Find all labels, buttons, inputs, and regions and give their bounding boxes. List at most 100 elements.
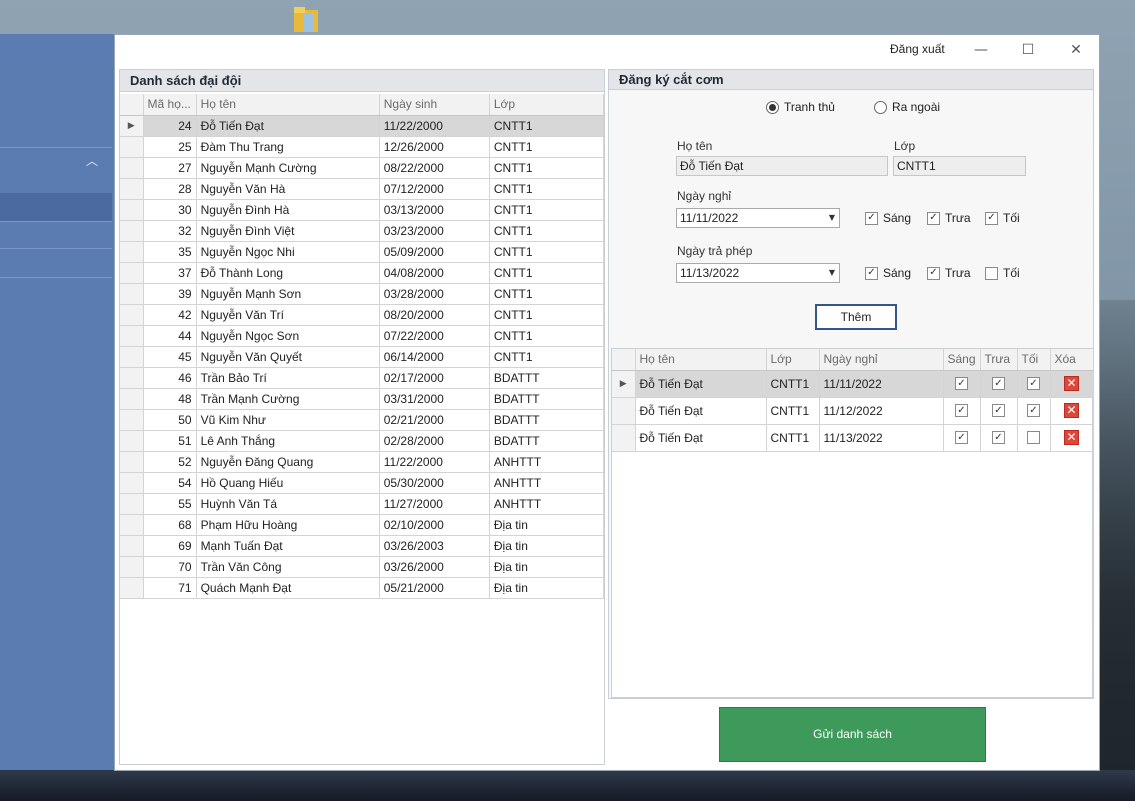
cell-class[interactable]: BDATTT <box>489 409 605 431</box>
table-row[interactable]: 68 Phạm Hữu Hoàng 02/10/2000 Địa tin <box>120 514 605 536</box>
cell-dob[interactable]: 03/31/2000 <box>379 388 490 410</box>
cell-dob[interactable]: 11/22/2000 <box>379 115 490 137</box>
cell-class[interactable]: Địa tin <box>489 577 605 599</box>
cell-name[interactable]: Nguyễn Ngọc Nhi <box>196 241 380 263</box>
row-header[interactable] <box>120 178 144 200</box>
logout-link[interactable]: Đăng xuất <box>890 42 945 56</box>
cell-name[interactable]: Vũ Kim Như <box>196 409 380 431</box>
cell-trua[interactable]: ✓ <box>980 397 1018 425</box>
cell-dob[interactable]: 05/30/2000 <box>379 472 490 494</box>
cell-name[interactable]: Nguyễn Văn Hà <box>196 178 380 200</box>
row-header[interactable] <box>120 325 144 347</box>
column-header-trua[interactable]: Trưa <box>980 349 1018 371</box>
row-header[interactable] <box>120 346 144 368</box>
cell-dob[interactable]: 02/17/2000 <box>379 367 490 389</box>
cell-sang[interactable]: ✓ <box>943 424 981 452</box>
table-row[interactable]: 45 Nguyễn Văn Quyết 06/14/2000 CNTT1 <box>120 346 605 368</box>
return-date-picker[interactable]: 11/13/2022 ▼ <box>676 263 840 283</box>
row-header[interactable] <box>120 283 144 305</box>
cell-dob[interactable]: 03/26/2003 <box>379 535 490 557</box>
trua-checkbox[interactable]: ✓ <box>992 404 1005 417</box>
cell-id[interactable]: 39 <box>143 283 197 305</box>
cell-name[interactable]: Phạm Hữu Hoàng <box>196 514 380 536</box>
leave-toi-checkbox[interactable]: ✓ Tối <box>985 211 1020 225</box>
cell-date[interactable]: 11/13/2022 <box>819 424 944 452</box>
sang-checkbox[interactable]: ✓ <box>955 377 968 390</box>
table-row[interactable]: ▶ 24 Đỗ Tiến Đạt 11/22/2000 CNTT1 <box>120 115 605 137</box>
cell-dob[interactable]: 08/22/2000 <box>379 157 490 179</box>
cell-class[interactable]: ANHTTT <box>489 451 605 473</box>
cell-name[interactable]: Huỳnh Văn Tá <box>196 493 380 515</box>
delete-icon[interactable]: ✕ <box>1064 376 1079 391</box>
cell-class[interactable]: CNTT1 <box>489 346 605 368</box>
cell-dob[interactable]: 04/08/2000 <box>379 262 490 284</box>
cell-class[interactable]: CNTT1 <box>766 424 820 452</box>
cell-dob[interactable]: 11/22/2000 <box>379 451 490 473</box>
cell-name[interactable]: Lê Anh Thắng <box>196 430 380 452</box>
cell-id[interactable]: 44 <box>143 325 197 347</box>
delete-icon[interactable]: ✕ <box>1064 430 1079 445</box>
dropdown-arrow-icon[interactable]: ▼ <box>829 209 835 227</box>
return-toi-checkbox[interactable]: Tối <box>985 266 1020 280</box>
toi-checkbox[interactable] <box>1027 431 1040 444</box>
cell-name[interactable]: Nguyễn Ngọc Sơn <box>196 325 380 347</box>
row-header[interactable] <box>120 367 144 389</box>
table-row[interactable]: 52 Nguyễn Đăng Quang 11/22/2000 ANHTTT <box>120 451 605 473</box>
table-row[interactable]: 37 Đỗ Thành Long 04/08/2000 CNTT1 <box>120 262 605 284</box>
radio-dot[interactable] <box>874 100 887 114</box>
cell-class[interactable]: ANHTTT <box>489 493 605 515</box>
table-row[interactable]: 69 Mạnh Tuấn Đạt 03/26/2003 Địa tin <box>120 535 605 557</box>
table-row[interactable]: 46 Trần Bảo Trí 02/17/2000 BDATTT <box>120 367 605 389</box>
checkbox-box[interactable]: ✓ <box>985 211 998 225</box>
table-row[interactable]: 30 Nguyễn Đình Hà 03/13/2000 CNTT1 <box>120 199 605 221</box>
toi-checkbox[interactable]: ✓ <box>1027 404 1040 417</box>
cell-delete[interactable]: ✕ <box>1050 397 1094 425</box>
row-header[interactable] <box>120 199 144 221</box>
table-row[interactable]: 35 Nguyễn Ngọc Nhi 05/09/2000 CNTT1 <box>120 241 605 263</box>
cell-dob[interactable]: 03/13/2000 <box>379 199 490 221</box>
return-trua-checkbox[interactable]: ✓ Trưa <box>927 266 971 280</box>
cell-id[interactable]: 68 <box>143 514 197 536</box>
cell-class[interactable]: CNTT1 <box>489 325 605 347</box>
minimize-icon[interactable]: — <box>967 39 995 61</box>
cell-name[interactable]: Trần Mạnh Cường <box>196 388 380 410</box>
table-row[interactable]: 28 Nguyễn Văn Hà 07/12/2000 CNTT1 <box>120 178 605 200</box>
row-header[interactable] <box>612 424 636 452</box>
row-header[interactable] <box>120 430 144 452</box>
table-row[interactable]: 50 Vũ Kim Như 02/21/2000 BDATTT <box>120 409 605 431</box>
cell-id[interactable]: 25 <box>143 136 197 158</box>
cell-name[interactable]: Đỗ Tiến Đạt <box>635 370 767 398</box>
row-header[interactable] <box>120 409 144 431</box>
cell-dob[interactable]: 12/26/2000 <box>379 136 490 158</box>
cell-id[interactable]: 32 <box>143 220 197 242</box>
column-header-name[interactable]: Họ tên <box>635 349 767 371</box>
cell-class[interactable]: Địa tin <box>489 556 605 578</box>
return-sang-checkbox[interactable]: ✓ Sáng <box>865 266 911 280</box>
row-header[interactable] <box>612 397 636 425</box>
close-icon[interactable]: ✕ <box>1062 39 1090 61</box>
cell-name[interactable]: Đỗ Tiến Đạt <box>635 397 767 425</box>
table-row[interactable]: 32 Nguyễn Đình Việt 03/23/2000 CNTT1 <box>120 220 605 242</box>
toi-checkbox[interactable]: ✓ <box>1027 377 1040 390</box>
cell-class[interactable]: Địa tin <box>489 535 605 557</box>
column-header-dob[interactable]: Ngày sinh <box>379 94 490 116</box>
cell-id[interactable]: 27 <box>143 157 197 179</box>
cell-class[interactable]: CNTT1 <box>489 262 605 284</box>
cell-dob[interactable]: 03/26/2000 <box>379 556 490 578</box>
cell-class[interactable]: BDATTT <box>489 367 605 389</box>
cell-id[interactable]: 45 <box>143 346 197 368</box>
cell-id[interactable]: 55 <box>143 493 197 515</box>
cell-dob[interactable]: 03/28/2000 <box>379 283 490 305</box>
cell-class[interactable]: CNTT1 <box>489 241 605 263</box>
checkbox-box[interactable]: ✓ <box>865 211 878 225</box>
cell-name[interactable]: Đàm Thu Trang <box>196 136 380 158</box>
row-header[interactable] <box>120 577 144 599</box>
column-header-class[interactable]: Lớp <box>489 94 605 116</box>
row-header[interactable] <box>120 493 144 515</box>
table-row[interactable]: ▶ Đỗ Tiến Đạt CNTT1 11/11/2022 ✓ ✓ ✓ ✕ <box>612 370 1094 398</box>
column-header-id[interactable]: Mã họ... <box>143 94 197 116</box>
row-header[interactable] <box>120 220 144 242</box>
cell-name[interactable]: Nguyễn Đình Hà <box>196 199 380 221</box>
cell-id[interactable]: 52 <box>143 451 197 473</box>
leave-trua-checkbox[interactable]: ✓ Trưa <box>927 211 971 225</box>
